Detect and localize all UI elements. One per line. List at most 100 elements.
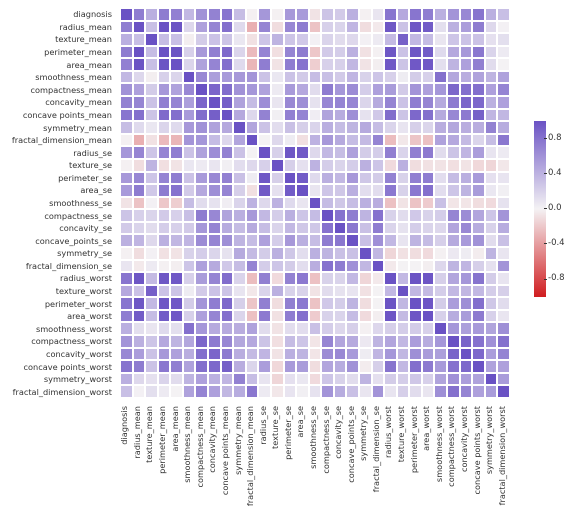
colorbar-tick-label: 0.0 xyxy=(548,204,562,213)
heatmap-cell xyxy=(485,373,498,386)
heatmap-cell xyxy=(145,71,158,84)
heatmap-cell xyxy=(296,322,309,335)
heatmap-cell xyxy=(221,197,234,210)
x-tick-label: smoothness_worst xyxy=(435,406,443,516)
heatmap-cell xyxy=(485,197,498,210)
heatmap-cell xyxy=(497,222,510,235)
heatmap-cell xyxy=(447,197,460,210)
heatmap-cell xyxy=(195,146,208,159)
heatmap-cell xyxy=(321,310,334,323)
heatmap-cell xyxy=(409,360,422,373)
heatmap-cell xyxy=(120,373,133,386)
heatmap-cell xyxy=(485,172,498,185)
y-tick-label: compactness_mean xyxy=(31,86,112,94)
heatmap-cell xyxy=(497,285,510,298)
heatmap-cell xyxy=(133,33,146,46)
heatmap-cell xyxy=(296,184,309,197)
colorbar-tick-label: 0.4 xyxy=(548,169,562,178)
heatmap-cell xyxy=(271,247,284,260)
heatmap-cell xyxy=(384,121,397,134)
heatmap-cell xyxy=(183,234,196,247)
heatmap-cell xyxy=(372,71,385,84)
heatmap-cell xyxy=(284,146,297,159)
heatmap-cell xyxy=(183,297,196,310)
heatmap-cell xyxy=(195,33,208,46)
heatmap-cell xyxy=(271,96,284,109)
heatmap-cell xyxy=(208,322,221,335)
heatmap-cell xyxy=(208,58,221,71)
heatmap-cell xyxy=(271,297,284,310)
heatmap-cell xyxy=(409,184,422,197)
heatmap-cell xyxy=(309,197,322,210)
heatmap-cell xyxy=(145,373,158,386)
heatmap-cell xyxy=(472,58,485,71)
heatmap-cell xyxy=(485,146,498,159)
heatmap-cell xyxy=(195,134,208,147)
heatmap-cell xyxy=(422,21,435,34)
heatmap-cell xyxy=(334,8,347,21)
heatmap-cell xyxy=(447,297,460,310)
heatmap-cell xyxy=(183,8,196,21)
heatmap-cell xyxy=(120,234,133,247)
heatmap-cell xyxy=(359,146,372,159)
heatmap-cell xyxy=(359,96,372,109)
heatmap-cell xyxy=(309,58,322,71)
heatmap-cell xyxy=(258,360,271,373)
heatmap-cell xyxy=(170,83,183,96)
heatmap-cell xyxy=(485,21,498,34)
heatmap-cell xyxy=(434,8,447,21)
heatmap-cell xyxy=(158,197,171,210)
heatmap-cell xyxy=(309,335,322,348)
heatmap-cell xyxy=(296,146,309,159)
heatmap-cell xyxy=(460,109,473,122)
heatmap-cell xyxy=(460,197,473,210)
heatmap-cell xyxy=(309,297,322,310)
heatmap-cell xyxy=(460,33,473,46)
heatmap-cell xyxy=(384,209,397,222)
heatmap-cell xyxy=(233,285,246,298)
heatmap-cell xyxy=(346,172,359,185)
heatmap-cell xyxy=(460,247,473,260)
heatmap-cell xyxy=(221,71,234,84)
heatmap-cell xyxy=(334,247,347,260)
heatmap-cell xyxy=(133,134,146,147)
heatmap-cell xyxy=(258,83,271,96)
heatmap-cell xyxy=(447,109,460,122)
heatmap-cell xyxy=(372,33,385,46)
heatmap-cell xyxy=(434,247,447,260)
heatmap-cell xyxy=(145,58,158,71)
heatmap-cell xyxy=(384,109,397,122)
heatmap-cell xyxy=(321,184,334,197)
heatmap-cell xyxy=(296,234,309,247)
heatmap-cell xyxy=(133,335,146,348)
heatmap-cell xyxy=(170,96,183,109)
heatmap-cell xyxy=(434,96,447,109)
heatmap-cell xyxy=(284,385,297,398)
heatmap-cell xyxy=(271,134,284,147)
heatmap-cell xyxy=(497,96,510,109)
heatmap-cell xyxy=(460,360,473,373)
heatmap-cell xyxy=(372,335,385,348)
heatmap-cell xyxy=(472,272,485,285)
heatmap-cell xyxy=(334,335,347,348)
heatmap-cell xyxy=(321,134,334,147)
heatmap-cell xyxy=(321,46,334,59)
heatmap-cell xyxy=(422,222,435,235)
heatmap-cell xyxy=(133,146,146,159)
y-tick-label: radius_se xyxy=(73,149,112,157)
x-tick-label: smoothness_se xyxy=(309,406,317,516)
heatmap-cell xyxy=(145,33,158,46)
heatmap-cell xyxy=(409,109,422,122)
heatmap-cell xyxy=(258,58,271,71)
heatmap-cell xyxy=(170,385,183,398)
y-tick-label: fractal_dimension_worst xyxy=(13,388,112,396)
heatmap-cell xyxy=(296,247,309,260)
heatmap-cell xyxy=(460,260,473,273)
heatmap-cell xyxy=(346,8,359,21)
heatmap-cell xyxy=(422,134,435,147)
heatmap-cell xyxy=(284,121,297,134)
heatmap-cell xyxy=(145,348,158,361)
heatmap-cell xyxy=(145,184,158,197)
heatmap-cell xyxy=(434,146,447,159)
heatmap-cell xyxy=(397,322,410,335)
